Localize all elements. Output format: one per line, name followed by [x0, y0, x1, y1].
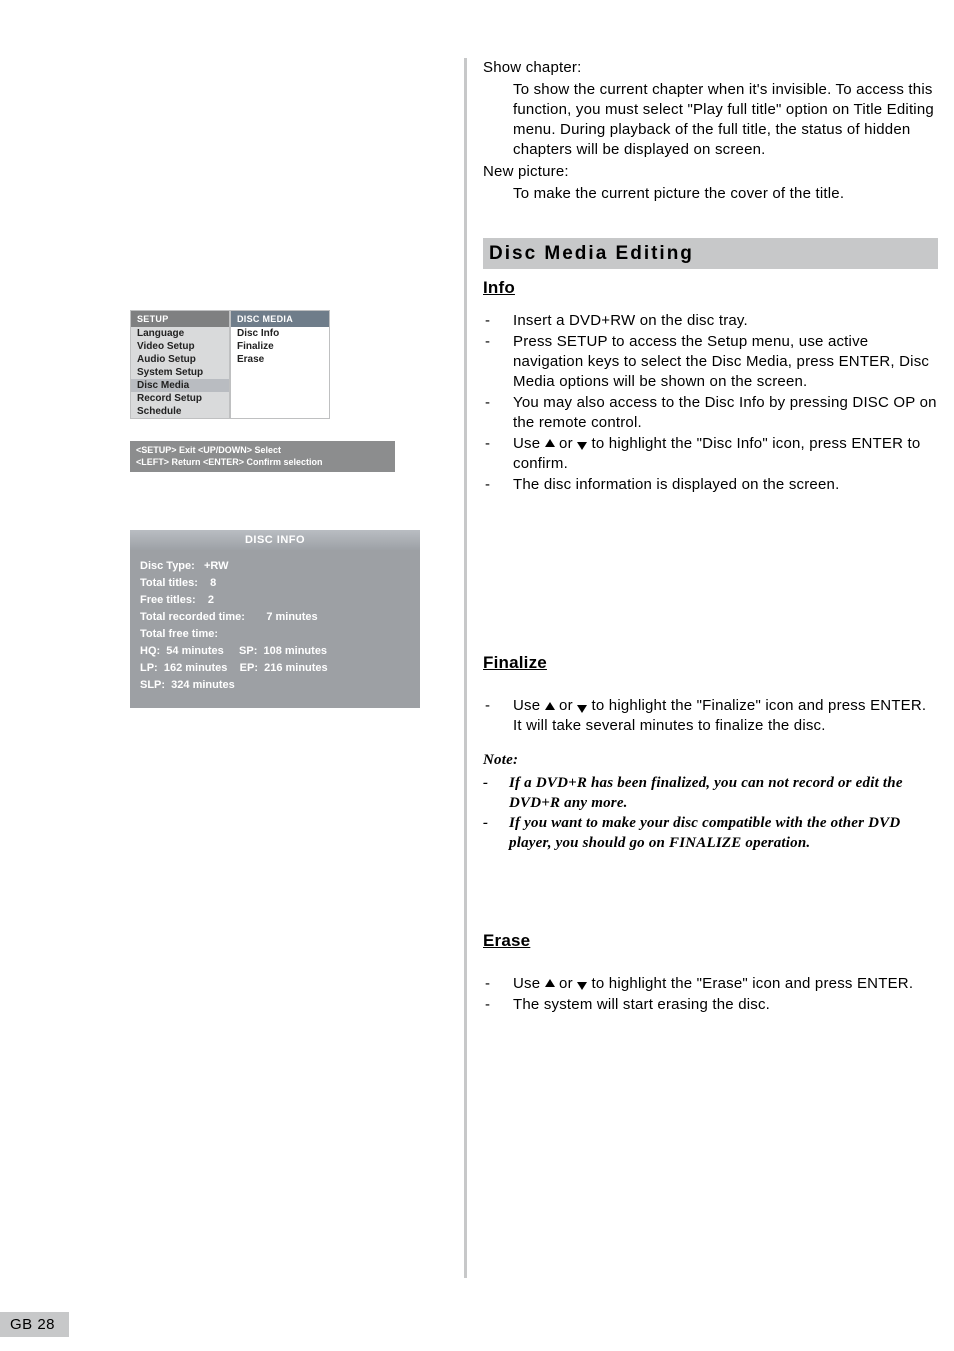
note-label: Note:: [483, 750, 938, 770]
info-line: SLP: 324 minutes: [140, 677, 410, 694]
menu-item: Schedule: [131, 405, 229, 418]
setup-menu-right-col: DISC MEDIA Disc Info Finalize Erase: [230, 310, 330, 419]
note-item: -If a DVD+R has been finalized, you can …: [483, 773, 938, 814]
arrow-down-icon: [577, 705, 587, 713]
note-item: -If you want to make your disc compatibl…: [483, 813, 938, 854]
disc-info-figure: DISC INFO Disc Type: +RW Total titles: 8…: [130, 530, 420, 708]
setup-menu-right-header: DISC MEDIA: [231, 311, 329, 327]
show-chapter-label: Show chapter:: [483, 58, 938, 78]
setup-menu-left-list: Language Video Setup Audio Setup System …: [131, 327, 229, 418]
info-line: Total titles: 8: [140, 575, 410, 592]
list-item-text: You may also access to the Disc Info by …: [513, 393, 938, 433]
info-list: -Insert a DVD+RW on the disc tray.-Press…: [483, 311, 938, 494]
list-item: -The system will start erasing the disc.: [483, 995, 938, 1015]
menu-item: Language: [131, 327, 229, 340]
dash: -: [483, 813, 509, 854]
arrow-up-icon: [545, 439, 555, 447]
erase-heading: Erase: [483, 930, 530, 953]
new-picture-body: To make the current picture the cover of…: [483, 184, 938, 204]
menu-item: Erase: [231, 353, 329, 366]
disc-info-header: DISC INFO: [130, 530, 420, 550]
dash: -: [483, 696, 513, 736]
list-item: -Use or to highlight the "Finalize" icon…: [483, 696, 938, 736]
list-item: -You may also access to the Disc Info by…: [483, 393, 938, 433]
list-item-text: Use or to highlight the "Finalize" icon …: [513, 696, 938, 736]
erase-list: -Use or to highlight the "Erase" icon an…: [483, 974, 938, 1015]
dash: -: [483, 311, 513, 331]
setup-menu-left-header: SETUP: [131, 311, 229, 327]
hint-line: <LEFT> Return <ENTER> Confirm selection: [136, 457, 389, 469]
dash: -: [483, 393, 513, 433]
dash: -: [483, 773, 509, 814]
arrow-down-icon: [577, 442, 587, 450]
list-item-text: Press SETUP to access the Setup menu, us…: [513, 332, 938, 392]
dash: -: [483, 434, 513, 474]
dash: -: [483, 475, 513, 495]
setup-menu-left-col: SETUP Language Video Setup Audio Setup S…: [130, 310, 230, 419]
list-item-text: Use or to highlight the "Erase" icon and…: [513, 974, 938, 994]
info-line: LP: 162 minutes EP: 216 minutes: [140, 660, 410, 677]
menu-item: Record Setup: [131, 392, 229, 405]
manual-page: SETUP Language Video Setup Audio Setup S…: [0, 0, 954, 1351]
menu-hints: <SETUP> Exit <UP/DOWN> Select <LEFT> Ret…: [130, 441, 395, 472]
info-line: Total recorded time: 7 minutes: [140, 609, 410, 626]
arrow-up-icon: [545, 979, 555, 987]
list-item: -Use or to highlight the "Disc Info" ico…: [483, 434, 938, 474]
info-line: HQ: 54 minutes SP: 108 minutes: [140, 643, 410, 660]
info-line: Disc Type: +RW: [140, 558, 410, 575]
new-picture-label: New picture:: [483, 162, 938, 182]
right-column: Show chapter: To show the current chapte…: [464, 58, 938, 1278]
menu-item: Audio Setup: [131, 353, 229, 366]
note-item-text: If you want to make your disc compatible…: [509, 813, 938, 854]
list-item: -Press SETUP to access the Setup menu, u…: [483, 332, 938, 392]
show-chapter-body: To show the current chapter when it's in…: [483, 80, 938, 160]
list-item: -Use or to highlight the "Erase" icon an…: [483, 974, 938, 994]
page-number: GB 28: [0, 1312, 69, 1337]
info-line: Total free time:: [140, 626, 410, 643]
info-heading: Info: [483, 277, 515, 300]
section-title-bar: Disc Media Editing: [483, 238, 938, 269]
finalize-heading: Finalize: [483, 652, 547, 675]
list-item-text: The system will start erasing the disc.: [513, 995, 938, 1015]
dash: -: [483, 332, 513, 392]
dash: -: [483, 995, 513, 1015]
finalize-list: -Use or to highlight the "Finalize" icon…: [483, 696, 938, 736]
menu-item: System Setup: [131, 366, 229, 379]
menu-item-selected: Disc Media: [131, 379, 229, 392]
list-item-text: Insert a DVD+RW on the disc tray.: [513, 311, 938, 331]
menu-item: Video Setup: [131, 340, 229, 353]
setup-menu-right-list: Disc Info Finalize Erase: [231, 327, 329, 366]
setup-menu-figure: SETUP Language Video Setup Audio Setup S…: [130, 310, 420, 472]
note-item-text: If a DVD+R has been finalized, you can n…: [509, 773, 938, 814]
list-item: -Insert a DVD+RW on the disc tray.: [483, 311, 938, 331]
info-line: Free titles: 2: [140, 592, 410, 609]
note-block: Note: -If a DVD+R has been finalized, yo…: [483, 750, 938, 853]
menu-item: Finalize: [231, 340, 329, 353]
arrow-down-icon: [577, 982, 587, 990]
dash: -: [483, 974, 513, 994]
disc-info-body: Disc Type: +RW Total titles: 8 Free titl…: [130, 550, 420, 708]
list-item-text: Use or to highlight the "Disc Info" icon…: [513, 434, 938, 474]
hint-line: <SETUP> Exit <UP/DOWN> Select: [136, 445, 389, 457]
menu-item: Disc Info: [231, 327, 329, 340]
arrow-up-icon: [545, 702, 555, 710]
note-list: -If a DVD+R has been finalized, you can …: [483, 773, 938, 854]
list-item-text: The disc information is displayed on the…: [513, 475, 938, 495]
list-item: -The disc information is displayed on th…: [483, 475, 938, 495]
